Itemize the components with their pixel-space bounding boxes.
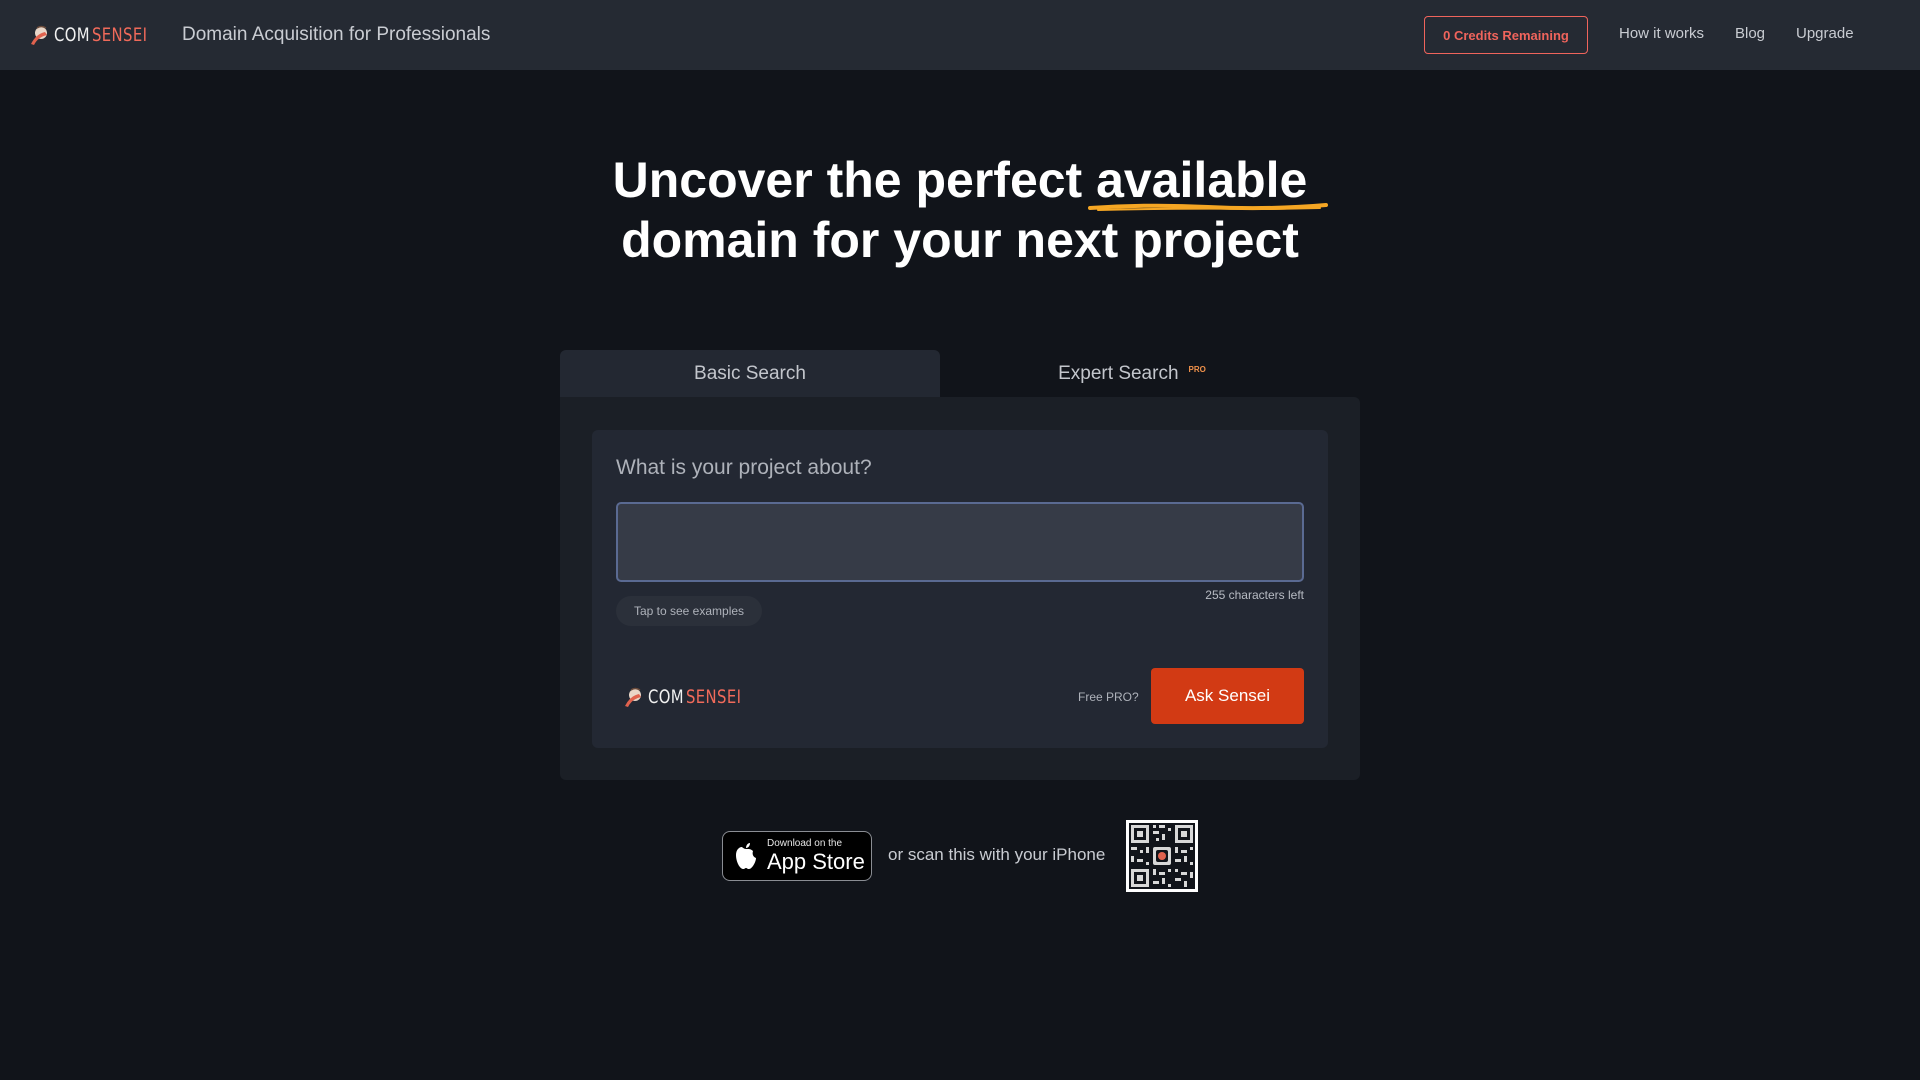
scan-instructions: or scan this with your iPhone: [888, 845, 1106, 864]
brand-logo[interactable]: COM SENSEI: [28, 22, 154, 48]
top-navbar: COM SENSEI Domain Acquisition for Profes…: [0, 0, 1920, 70]
logo-com-text: COM: [648, 686, 684, 708]
tab-expert-label: Expert Search: [1058, 363, 1179, 384]
tab-expert-search[interactable]: Expert Search PRO: [942, 350, 1322, 398]
nav-how-it-works[interactable]: How it works: [1619, 25, 1704, 42]
underline-squiggle: [1088, 203, 1329, 211]
hero-line-2: domain for your next project: [621, 212, 1299, 268]
qr-code-icon: [1126, 820, 1198, 892]
app-store-text: Download on the App Store: [767, 839, 865, 873]
ask-sensei-button[interactable]: Ask Sensei: [1151, 668, 1304, 724]
tab-basic-search[interactable]: Basic Search: [560, 350, 940, 398]
pro-badge: PRO: [1188, 364, 1206, 374]
logo-com-text: COM: [54, 24, 90, 46]
hero-highlight-word: available: [1088, 150, 1329, 211]
sensei-logo-icon: [625, 687, 641, 707]
tab-basic-label: Basic Search: [694, 363, 806, 384]
logo-sensei-text: SENSEI: [686, 686, 742, 708]
nav-upgrade[interactable]: Upgrade: [1796, 25, 1854, 42]
sensei-logo-icon: [31, 25, 47, 45]
nav-blog[interactable]: Blog: [1735, 25, 1765, 42]
app-store-small-text: Download on the: [767, 838, 843, 849]
logo-sensei-text: SENSEI: [92, 24, 148, 46]
see-examples-button[interactable]: Tap to see examples: [616, 596, 762, 626]
hero-line-1: Uncover the perfect available: [0, 150, 1920, 211]
project-description-input[interactable]: [616, 502, 1304, 582]
credits-remaining-button[interactable]: 0 Credits Remaining: [1424, 16, 1588, 54]
tagline: Domain Acquisition for Professionals: [182, 24, 491, 45]
app-store-badge[interactable]: Download on the App Store: [722, 831, 872, 881]
project-question-label: What is your project about?: [616, 456, 872, 479]
app-store-big-text: App Store: [767, 849, 865, 874]
characters-left-counter: 255 characters left: [1205, 588, 1304, 602]
free-pro-link[interactable]: Free PRO?: [1078, 690, 1139, 704]
hero-headline: Uncover the perfect available domain for…: [0, 150, 1920, 270]
hero-line-1-start: Uncover the perfect: [612, 152, 1097, 208]
form-brand-logo: COM SENSEI: [622, 684, 748, 710]
apple-icon: [736, 843, 756, 869]
